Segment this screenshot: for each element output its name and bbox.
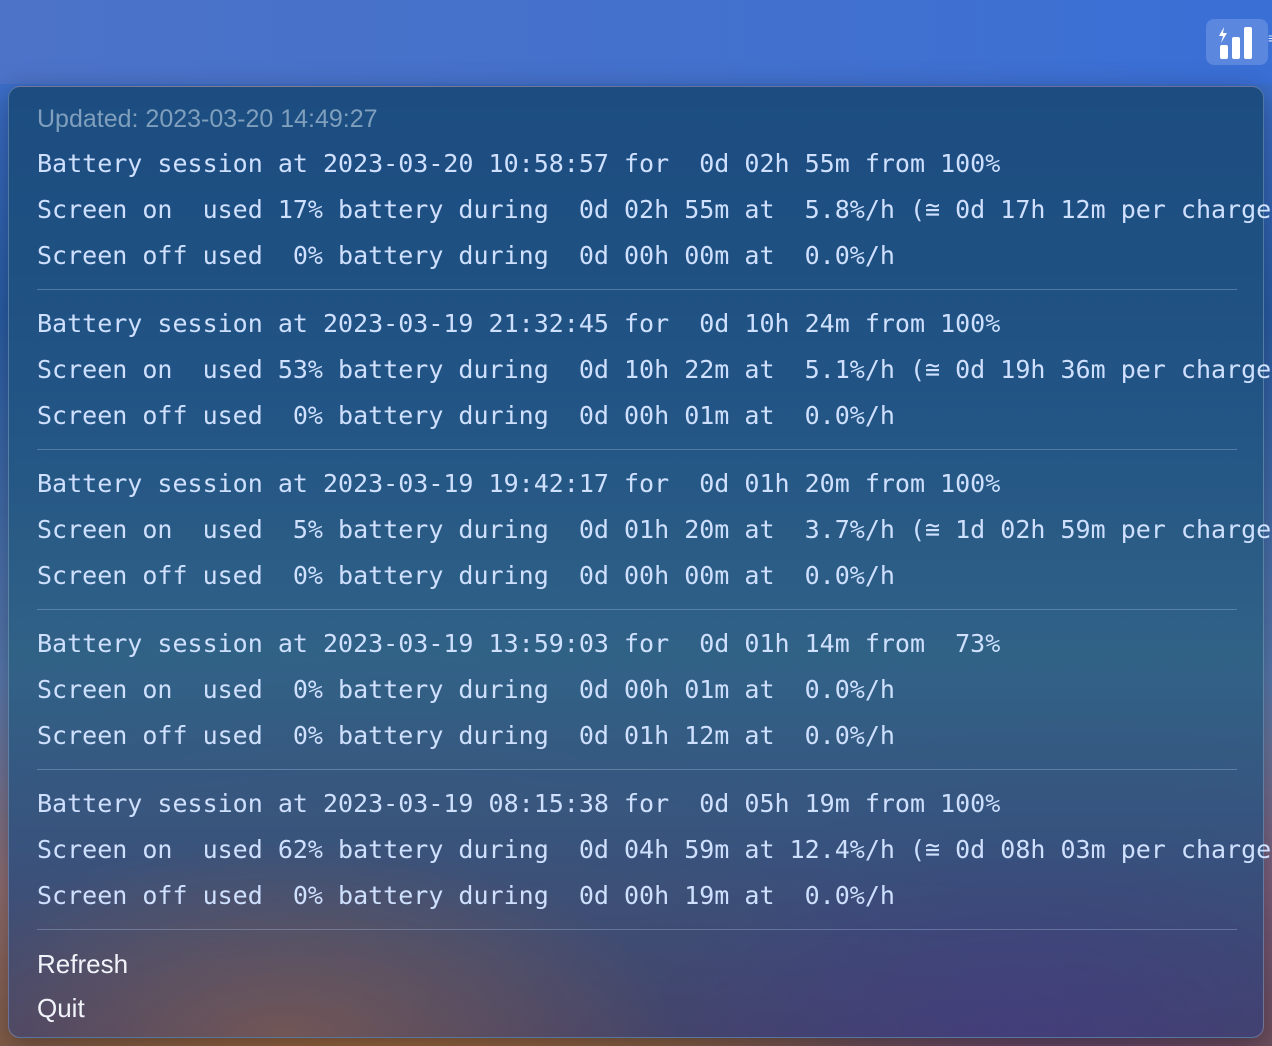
screen-on-line[interactable]: Screen on used 5% battery during 0d 01h … (37, 515, 1272, 545)
session-header[interactable]: Battery session at 2023-03-19 08:15:38 f… (37, 789, 1000, 819)
screen-off-line[interactable]: Screen off used 0% battery during 0d 00h… (37, 241, 895, 271)
updated-timestamp: Updated: 2023-03-20 14:49:27 (37, 105, 378, 133)
menu-separator (37, 449, 1237, 450)
screen-off-line[interactable]: Screen off used 0% battery during 0d 00h… (37, 561, 895, 591)
screen-off-line[interactable]: Screen off used 0% battery during 0d 01h… (37, 721, 895, 751)
menu-separator (37, 929, 1237, 930)
menubar-overflow-icon: ≡ (1268, 30, 1272, 56)
session-header[interactable]: Battery session at 2023-03-19 21:32:45 f… (37, 309, 1000, 339)
screen-off-line[interactable]: Screen off used 0% battery during 0d 00h… (37, 401, 895, 431)
screen-on-line[interactable]: Screen on used 0% battery during 0d 00h … (37, 675, 895, 705)
menu-separator (37, 769, 1237, 770)
menu-separator (37, 289, 1237, 290)
screen-on-line[interactable]: Screen on used 17% battery during 0d 02h… (37, 195, 1272, 225)
screen-off-line[interactable]: Screen off used 0% battery during 0d 00h… (37, 881, 895, 911)
quit-menu-item[interactable]: Quit (37, 993, 85, 1024)
menu-separator (37, 609, 1237, 610)
session-header[interactable]: Battery session at 2023-03-19 19:42:17 f… (37, 469, 1000, 499)
screen-on-line[interactable]: Screen on used 53% battery during 0d 10h… (37, 355, 1272, 385)
battery-menu: Updated: 2023-03-20 14:49:27 Battery ses… (8, 86, 1272, 1038)
session-header[interactable]: Battery session at 2023-03-19 13:59:03 f… (37, 629, 1000, 659)
screen-on-line[interactable]: Screen on used 62% battery during 0d 04h… (37, 835, 1272, 865)
refresh-menu-item[interactable]: Refresh (37, 949, 128, 980)
battery-stats-icon[interactable] (1206, 19, 1268, 65)
menu-bar: ≡ (0, 0, 1272, 84)
session-header[interactable]: Battery session at 2023-03-20 10:58:57 f… (37, 149, 1000, 179)
